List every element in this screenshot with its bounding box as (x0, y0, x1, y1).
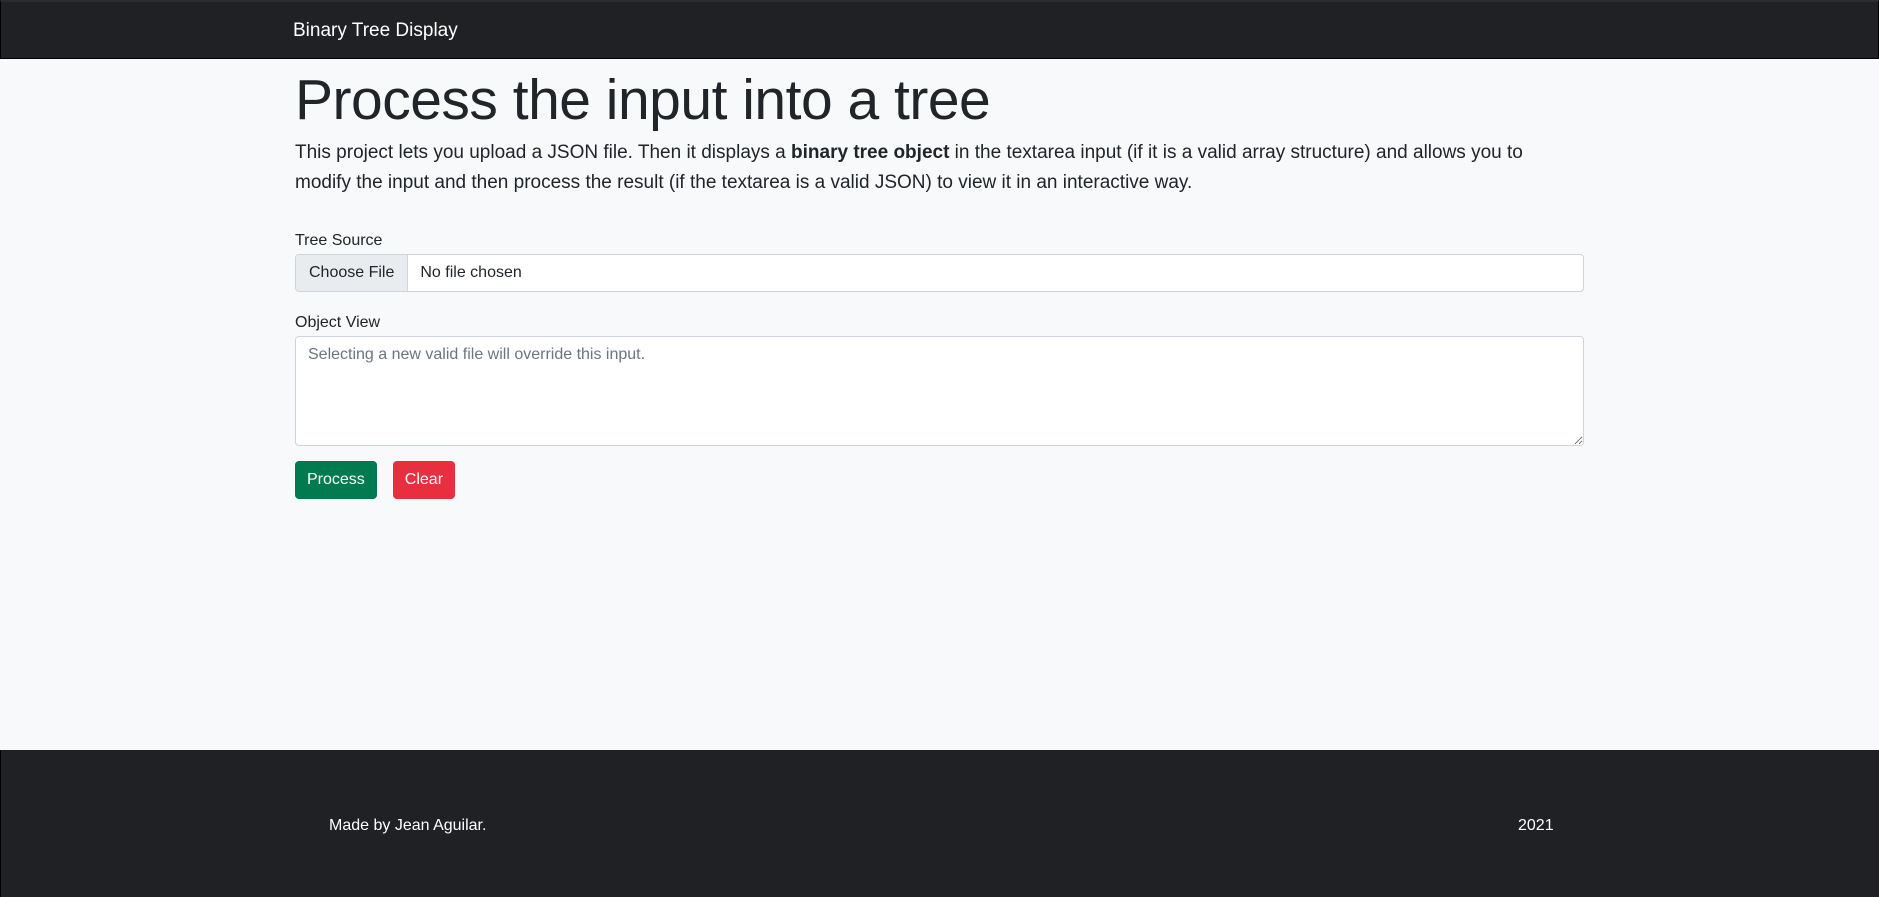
description-bold: binary tree object (791, 142, 950, 163)
file-status: No file chosen (420, 264, 522, 281)
navbar: Binary Tree Display (0, 0, 1879, 59)
choose-file-button[interactable]: Choose File (296, 255, 409, 291)
object-view-textarea[interactable] (295, 336, 1584, 446)
tree-source-label: Tree Source (295, 232, 383, 249)
clear-button[interactable]: Clear (392, 461, 456, 499)
footer: Made by Jean Aguilar. 2021 (0, 750, 1879, 897)
navbar-brand[interactable]: Binary Tree Display (293, 20, 458, 42)
process-button[interactable]: Process (295, 461, 377, 499)
footer-credit: Made by Jean Aguilar. (329, 817, 487, 834)
tree-source-file-input[interactable]: Choose File No file chosen (295, 254, 1584, 292)
page-title: Process the input into a tree (295, 68, 991, 132)
footer-year: 2021 (1518, 817, 1554, 834)
action-buttons: Process Clear (295, 461, 1584, 499)
object-view-label: Object View (295, 314, 381, 331)
description: This project lets you upload a JSON file… (295, 138, 1584, 198)
main-content: Process the input into a tree This proje… (295, 59, 1584, 499)
description-text: This project lets you upload a JSON file… (295, 142, 792, 163)
